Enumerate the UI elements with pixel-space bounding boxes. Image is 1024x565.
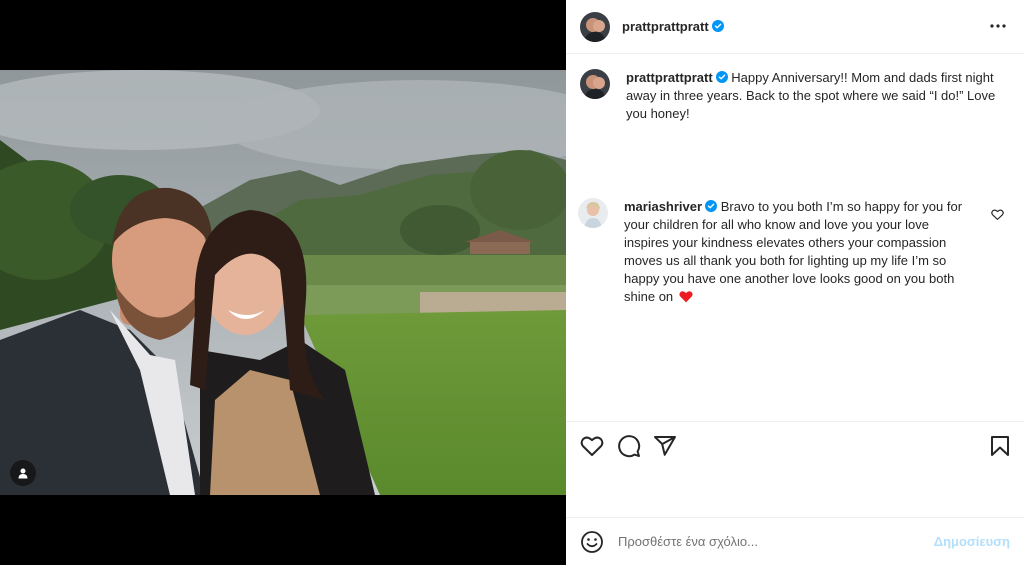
user-tag-icon xyxy=(18,468,28,479)
comments-section: prattprattpratt Happy Anniversary!! Mom … xyxy=(566,55,1024,421)
tagged-users-button[interactable] xyxy=(10,460,36,486)
verified-badge-icon xyxy=(705,200,718,212)
comment-text-block: mariashriver Bravo to you both I’m so ha… xyxy=(624,198,974,306)
comment-input[interactable] xyxy=(618,534,934,549)
post-media-pane xyxy=(0,0,566,565)
post-caption: prattprattpratt Happy Anniversary!! Mom … xyxy=(580,69,1010,123)
more-options-icon xyxy=(990,24,1006,28)
author-username[interactable]: prattprattpratt xyxy=(622,19,709,34)
caption-author-avatar[interactable] xyxy=(580,69,610,99)
post-photo[interactable] xyxy=(0,70,566,495)
post-details-panel: prattprattpratt prattprattpratt Happy An… xyxy=(566,0,1024,565)
author-avatar[interactable] xyxy=(580,11,610,42)
verified-badge-icon xyxy=(715,71,728,83)
post-header: prattprattpratt xyxy=(566,0,1024,54)
verified-badge-icon xyxy=(711,20,724,32)
commenter-avatar[interactable] xyxy=(578,198,608,228)
caption-text-block: prattprattpratt Happy Anniversary!! Mom … xyxy=(626,69,1006,123)
more-options-button[interactable] xyxy=(988,16,1008,36)
like-comment-heart-icon[interactable] xyxy=(991,208,1004,221)
bookmark-icon[interactable] xyxy=(988,434,1012,458)
smiley-icon[interactable] xyxy=(580,530,604,554)
add-comment-bar: Δημοσίευση xyxy=(566,517,1024,565)
post-action-bar xyxy=(566,421,1024,469)
comment-text: Bravo to you both I’m so happy for you f… xyxy=(624,199,963,304)
post-comment-button[interactable]: Δημοσίευση xyxy=(934,534,1010,549)
paper-plane-icon[interactable] xyxy=(653,434,677,458)
comment-username[interactable]: mariashriver xyxy=(624,199,702,214)
comment-bubble-icon[interactable] xyxy=(617,434,641,458)
caption-username[interactable]: prattprattpratt xyxy=(626,70,713,85)
red-heart-icon xyxy=(679,291,693,303)
heart-icon[interactable] xyxy=(580,434,604,458)
author-name-row: prattprattpratt xyxy=(622,19,724,34)
comment-item: mariashriver Bravo to you both I’m so ha… xyxy=(578,198,1014,306)
